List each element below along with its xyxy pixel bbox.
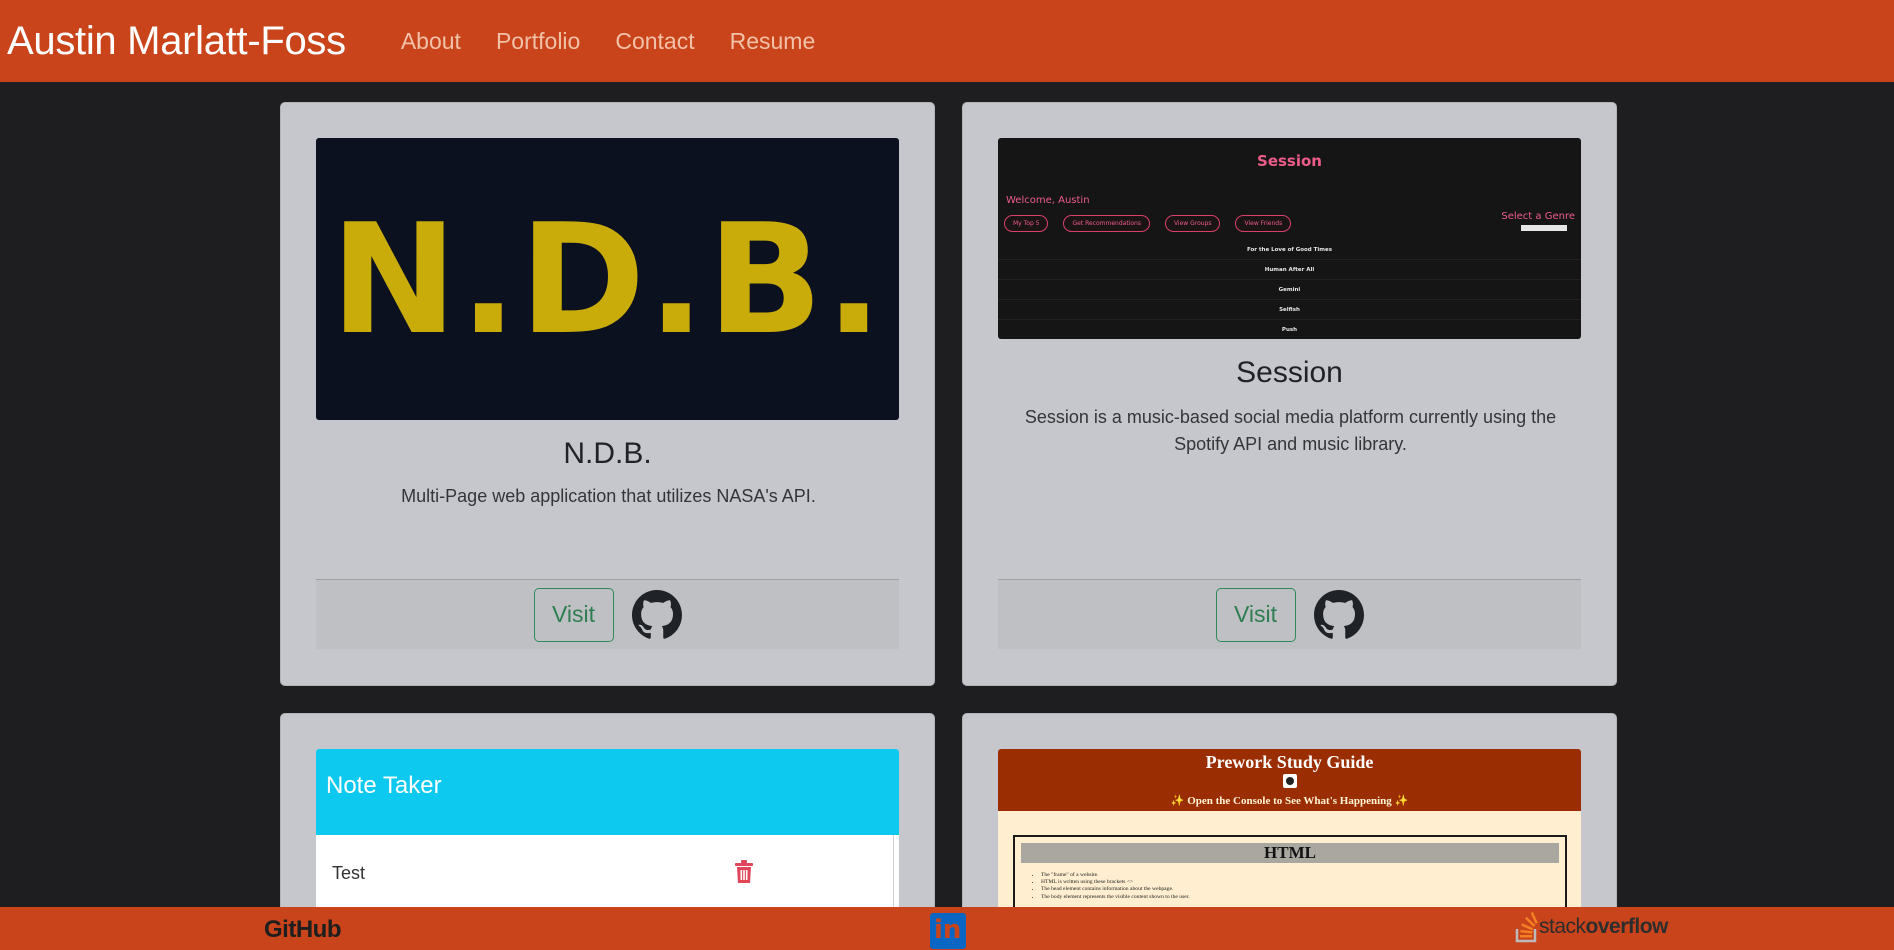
note-taker-preview-header: Note Taker <box>316 749 899 835</box>
card-title: Session <box>1236 356 1343 389</box>
stackoverflow-icon <box>1515 911 1538 943</box>
session-preview-button: Get Recommendations <box>1063 215 1150 232</box>
session-preview-title: Session <box>1257 152 1322 170</box>
session-preview-genre-select <box>1521 225 1567 231</box>
visit-button[interactable]: Visit <box>533 587 614 642</box>
session-preview-button: View Groups <box>1164 215 1221 232</box>
stackoverflow-wordmark-bold: overflow <box>1585 915 1669 938</box>
prework-preview-image: Prework Study Guide ✨ Open the Console t… <box>998 749 1581 919</box>
nav-links: About Portfolio Contact Resume <box>378 28 827 55</box>
list-item: The body element represents the visible … <box>1041 894 1565 901</box>
nav-link-about[interactable]: About <box>401 28 461 55</box>
session-preview-button: View Friends <box>1235 215 1292 232</box>
session-preview-image: Session Welcome, Austin Select a Genre M… <box>998 138 1581 339</box>
badge-icon <box>1282 774 1297 788</box>
card-footer: Visit <box>316 579 899 649</box>
session-preview-track: Human After All <box>998 260 1581 280</box>
session-preview-track-list: For the Love of Good Times Human After A… <box>998 240 1581 339</box>
ndb-logo: N.D.B. <box>330 190 885 368</box>
card-title: N.D.B. <box>563 437 652 470</box>
navbar: Austin Marlatt-Foss About Portfolio Cont… <box>0 0 1894 82</box>
nav-link-contact[interactable]: Contact <box>615 28 694 55</box>
session-preview-track: Selfish <box>998 300 1581 320</box>
session-preview-welcome: Welcome, Austin <box>1006 195 1090 206</box>
footer: GitHub in stackoverflow <box>0 907 1894 950</box>
visit-button[interactable]: Visit <box>1215 587 1296 642</box>
card-footer: Visit <box>998 579 1581 649</box>
card-description: Session is a music-based social media pl… <box>1024 407 1557 454</box>
prework-preview-list: The "frame" of a website. HTML is writte… <box>1041 872 1565 901</box>
session-preview-button: My Top 5 <box>1004 215 1049 232</box>
linkedin-logo-text: in <box>934 915 962 945</box>
prework-preview-section-title: HTML <box>1021 843 1559 863</box>
card-description: Multi-Page web application that utilizes… <box>401 486 816 506</box>
list-item: The "frame" of a website. <box>1041 872 1565 879</box>
github-link[interactable]: GitHub <box>264 916 341 944</box>
prework-preview-subtitle: ✨ Open the Console to See What's Happeni… <box>1170 795 1409 807</box>
linkedin-icon[interactable]: in <box>930 913 966 949</box>
project-card-ndb: N.D.B. N.D.B. Multi-Page web application… <box>280 102 935 686</box>
stackoverflow-wordmark-light: stack <box>1539 915 1586 938</box>
note-taker-preview-note: Test <box>332 863 366 883</box>
project-card-session: Session Welcome, Austin Select a Genre M… <box>962 102 1617 686</box>
brand-title[interactable]: Austin Marlatt-Foss <box>7 19 346 64</box>
prework-preview-title: Prework Study Guide <box>1205 752 1374 772</box>
ndb-preview-image: N.D.B. <box>316 138 899 420</box>
trash-icon <box>735 860 753 883</box>
github-icon[interactable] <box>631 589 682 640</box>
list-item: The head element contains information ab… <box>1041 886 1565 893</box>
session-preview-track: Push <box>998 320 1581 339</box>
nav-link-portfolio[interactable]: Portfolio <box>496 28 580 55</box>
note-taker-preview-image: Note Taker Test <box>316 749 899 919</box>
stackoverflow-link[interactable]: stackoverflow <box>1515 911 1668 943</box>
github-icon[interactable] <box>1313 589 1364 640</box>
session-preview-buttons: My Top 5 Get Recommendations View Groups… <box>1004 215 1306 232</box>
session-preview-track: For the Love of Good Times <box>998 240 1581 260</box>
prework-preview-header: Prework Study Guide ✨ Open the Console t… <box>998 749 1581 811</box>
session-preview-genre-label: Select a Genre <box>1501 211 1575 222</box>
session-preview-track: Gemini <box>998 280 1581 300</box>
nav-link-resume[interactable]: Resume <box>730 28 816 55</box>
stackoverflow-wordmark: stackoverflow <box>1539 915 1668 939</box>
